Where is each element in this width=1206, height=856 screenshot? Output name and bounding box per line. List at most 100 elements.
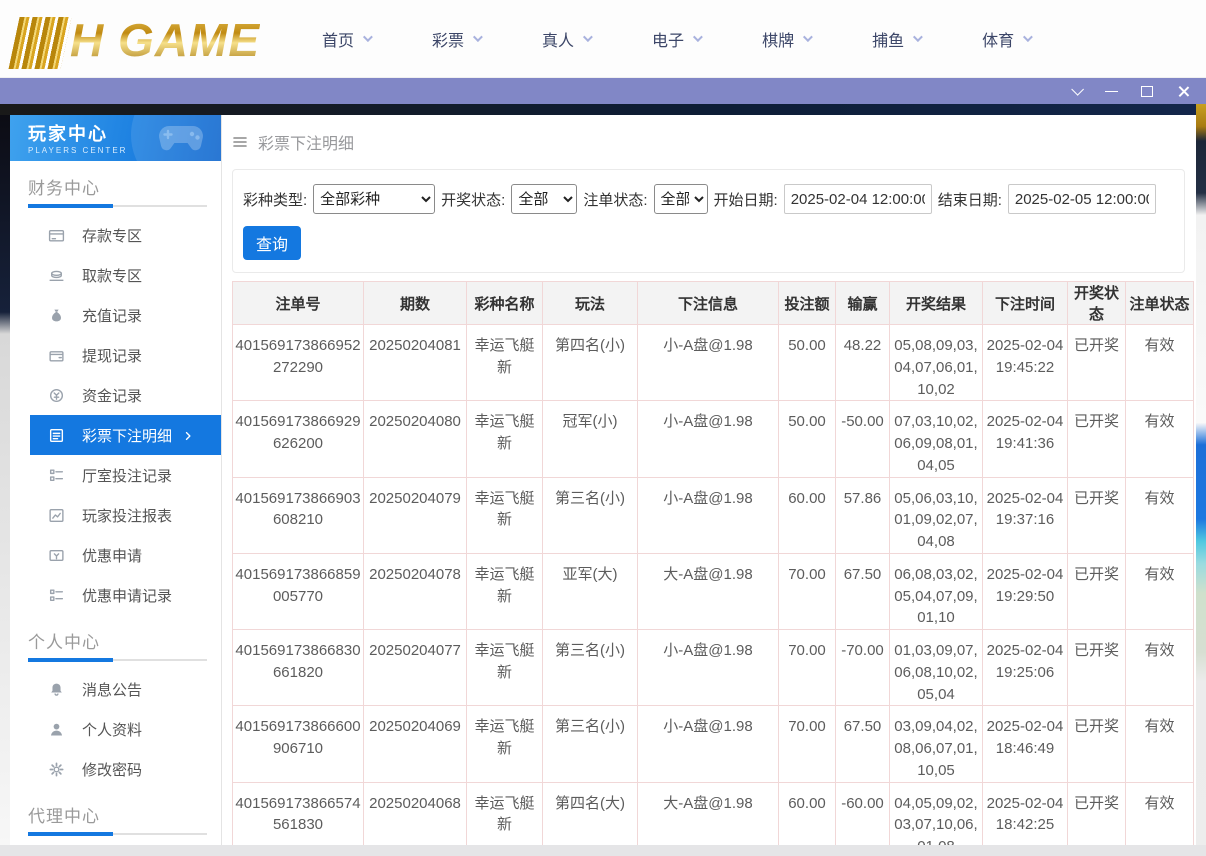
table-cell: 70.00	[779, 706, 836, 782]
table-cell: 67.50	[836, 706, 890, 782]
gear-icon	[48, 761, 65, 778]
order-status-select[interactable]: 全部	[654, 184, 708, 214]
table-cell: 06,08,03,02,05,04,07,09,01,10	[890, 553, 983, 629]
list-icon	[48, 587, 65, 604]
sidebar-item-代理规则说明[interactable]: 代理规则说明	[10, 843, 221, 845]
table-cell: 2025-02-04 19:45:22	[983, 325, 1068, 401]
chevron-down-icon	[473, 32, 483, 42]
table-cell: 60.00	[779, 477, 836, 553]
table-cell: 幸运飞艇新	[467, 630, 543, 706]
column-header: 玩法	[543, 282, 638, 325]
desktop-background-left	[0, 115, 10, 845]
sidebar-item-label: 个人资料	[82, 719, 142, 740]
chevron-down-icon	[693, 32, 703, 42]
nav-item-2[interactable]: 彩票	[432, 27, 480, 51]
column-header: 注单号	[233, 282, 364, 325]
minimize-icon	[1105, 91, 1118, 92]
sidebar-item-资金记录[interactable]: 资金记录	[10, 375, 221, 415]
chevron-down-button[interactable]	[1064, 82, 1086, 100]
table-row: 40156917386683066182020250204077幸运飞艇新第三名…	[233, 630, 1194, 706]
filter-panel: 彩种类型: 全部彩种 开奖状态: 全部 注单状态: 全部 开始日期: 结束日期:…	[232, 169, 1185, 273]
sidebar-item-彩票下注明细[interactable]: 彩票下注明细	[30, 415, 221, 455]
sidebar: 玩家中心 PLAYERS CENTER 财务中心存款专区取款专区充值记录提现记录…	[10, 115, 222, 845]
nav-item-3[interactable]: 真人	[542, 27, 590, 51]
table-cell: 小-A盘@1.98	[638, 325, 779, 401]
table-cell: 冠军(小)	[543, 401, 638, 477]
section-underline	[28, 205, 207, 207]
column-header: 输赢	[836, 282, 890, 325]
column-header: 投注额	[779, 282, 836, 325]
sidebar-item-修改密码[interactable]: 修改密码	[10, 749, 221, 789]
table-cell: 已开奖	[1068, 553, 1126, 629]
bell-icon	[48, 681, 65, 698]
chart-icon	[48, 507, 65, 524]
site-navbar: H GAME 首页 彩票 真人 电子 棋牌 捕鱼 体育	[0, 0, 1206, 78]
lottery-type-select[interactable]: 全部彩种	[313, 184, 435, 214]
end-date-input[interactable]	[1008, 184, 1156, 214]
table-cell: 01,03,09,07,06,08,10,02,05,04	[890, 630, 983, 706]
table-cell: 401569173866830661820	[233, 630, 364, 706]
chevron-right-icon	[182, 429, 194, 441]
desktop-background-right	[1196, 104, 1206, 845]
sidebar-item-厅室投注记录[interactable]: 厅室投注记录	[10, 455, 221, 495]
nav-item-6[interactable]: 捕鱼	[872, 27, 920, 51]
site-logo[interactable]: H GAME	[14, 9, 260, 69]
table-cell: 有效	[1126, 477, 1194, 553]
sidebar-item-label: 优惠申请	[82, 545, 142, 566]
table-cell: 第三名(小)	[543, 477, 638, 553]
sidebar-subtitle: PLAYERS CENTER	[28, 146, 221, 155]
table-cell: 70.00	[779, 553, 836, 629]
nav-item-label: 彩票	[432, 27, 464, 51]
table-row: 40156917386692962620020250204080幸运飞艇新冠军(…	[233, 401, 1194, 477]
sidebar-item-玩家投注报表[interactable]: 玩家投注报表	[10, 495, 221, 535]
sidebar-item-label: 提现记录	[82, 345, 142, 366]
close-button[interactable]	[1172, 82, 1194, 100]
chevron-down-icon	[913, 32, 923, 42]
maximize-button[interactable]	[1136, 82, 1158, 100]
table-cell: 已开奖	[1068, 401, 1126, 477]
nav-item-5[interactable]: 棋牌	[762, 27, 810, 51]
column-header: 开奖结果	[890, 282, 983, 325]
section-underline	[28, 659, 207, 661]
list-icon	[48, 467, 65, 484]
column-header: 开奖状态	[1068, 282, 1126, 325]
table-cell: 小-A盘@1.98	[638, 630, 779, 706]
nav-item-1[interactable]: 首页	[322, 27, 370, 51]
hand-coin-icon	[48, 267, 65, 284]
sidebar-item-label: 玩家投注报表	[82, 505, 172, 526]
sidebar-item-消息公告[interactable]: 消息公告	[10, 669, 221, 709]
sidebar-item-个人资料[interactable]: 个人资料	[10, 709, 221, 749]
minimize-button[interactable]	[1100, 82, 1122, 100]
main-content: 彩票下注明细 彩种类型: 全部彩种 开奖状态: 全部 注单状态: 全部 开始日期…	[222, 115, 1196, 845]
chevron-down-icon	[1023, 32, 1033, 42]
table-cell: 20250204068	[364, 782, 467, 845]
nav-item-label: 真人	[542, 27, 574, 51]
chevron-down-icon	[363, 32, 373, 42]
table-cell: 57.86	[836, 477, 890, 553]
start-date-input[interactable]	[784, 184, 932, 214]
sidebar-item-存款专区[interactable]: 存款专区	[10, 215, 221, 255]
table-cell: 第三名(小)	[543, 630, 638, 706]
sidebar-item-取款专区[interactable]: 取款专区	[10, 255, 221, 295]
menu-icon[interactable]	[232, 134, 248, 150]
sidebar-item-优惠申请[interactable]: 优惠申请	[10, 535, 221, 575]
sidebar-section-title: 个人中心	[28, 628, 221, 653]
sidebar-item-优惠申请记录[interactable]: 优惠申请记录	[10, 575, 221, 615]
nav-item-7[interactable]: 体育	[982, 27, 1030, 51]
nav-item-4[interactable]: 电子	[652, 27, 700, 51]
sidebar-item-充值记录[interactable]: 充值记录	[10, 295, 221, 335]
player-center-window: 玩家中心 PLAYERS CENTER 财务中心存款专区取款专区充值记录提现记录…	[10, 115, 1196, 845]
table-cell: 2025-02-04 19:25:06	[983, 630, 1068, 706]
search-button[interactable]: 查询	[243, 226, 301, 260]
sidebar-title: 玩家中心	[28, 120, 221, 146]
column-header: 下注时间	[983, 282, 1068, 325]
table-cell: 48.22	[836, 325, 890, 401]
nav-item-label: 捕鱼	[872, 27, 904, 51]
sidebar-item-label: 彩票下注明细	[82, 425, 172, 446]
table-cell: -50.00	[836, 401, 890, 477]
table-cell: 401569173866952272290	[233, 325, 364, 401]
start-date-label: 开始日期:	[714, 189, 778, 210]
draw-status-select[interactable]: 全部	[511, 184, 577, 214]
table-cell: 401569173866574561830	[233, 782, 364, 845]
sidebar-item-提现记录[interactable]: 提现记录	[10, 335, 221, 375]
